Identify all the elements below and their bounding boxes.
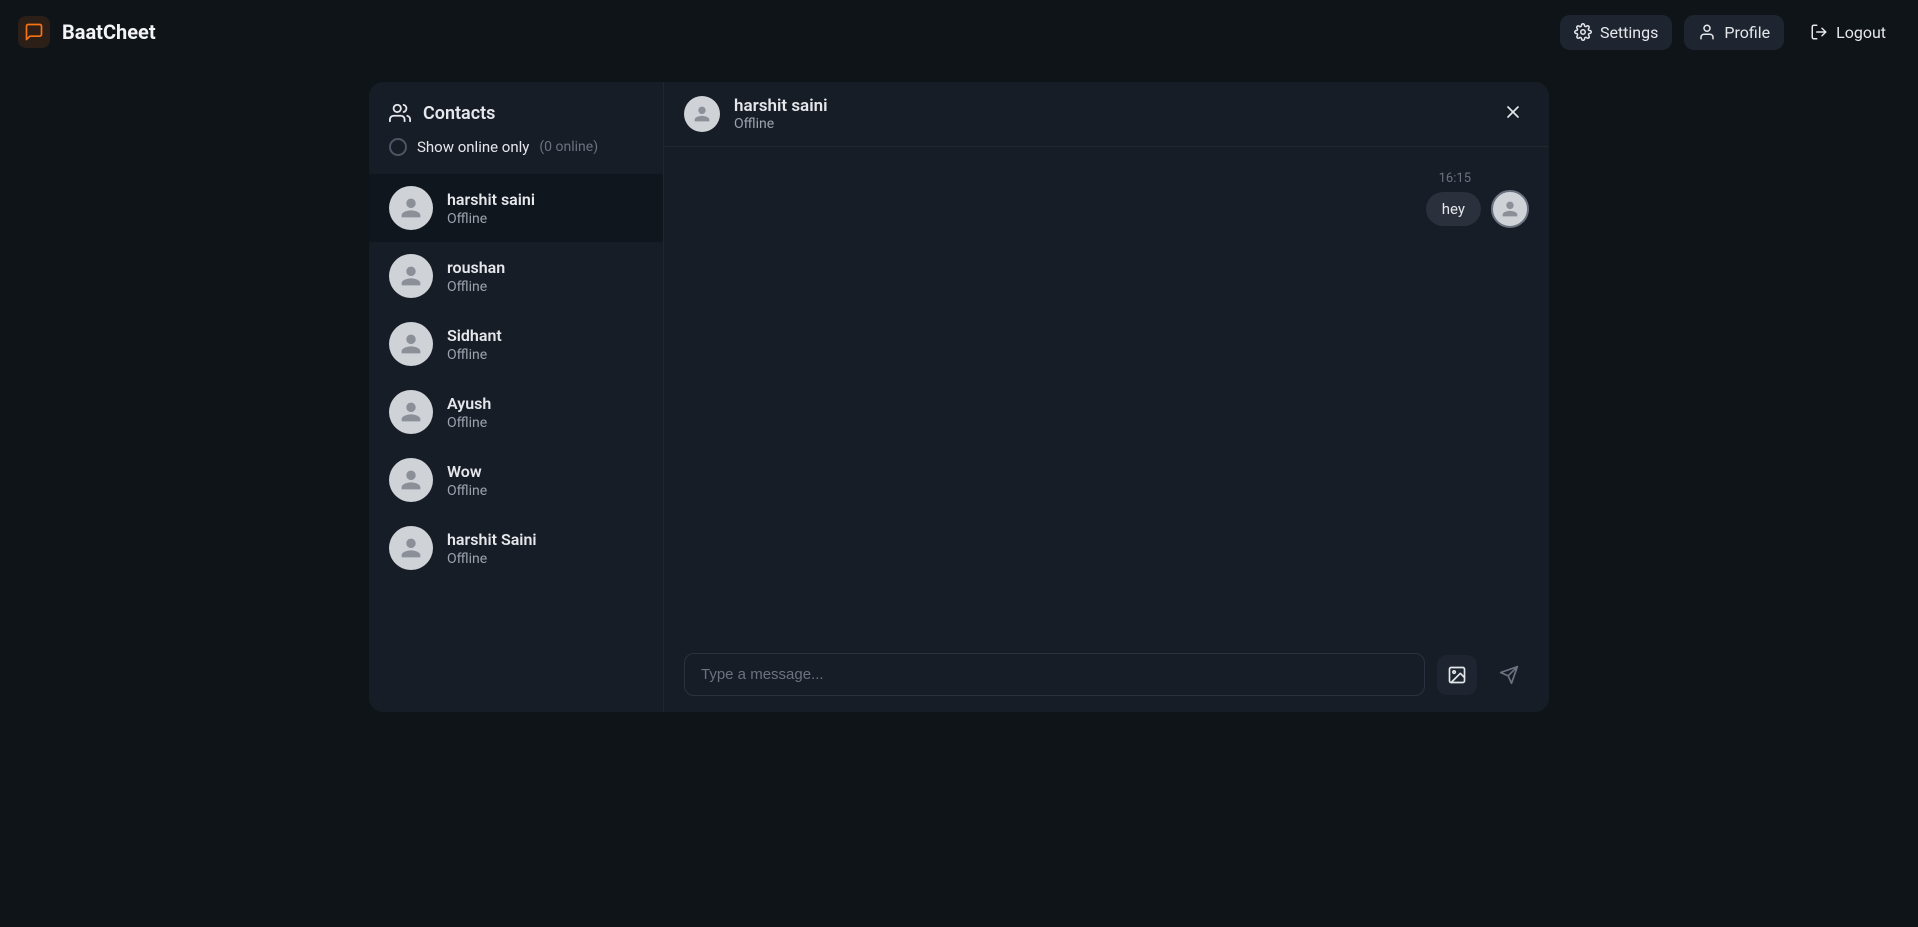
contact-avatar	[389, 390, 433, 434]
chat-icon	[24, 22, 44, 42]
app-shell: Contacts Show online only (0 online) har…	[369, 82, 1549, 712]
contact-avatar	[389, 186, 433, 230]
contact-name: harshit saini	[447, 190, 535, 209]
brand-logo	[18, 16, 50, 48]
person-icon	[397, 194, 425, 222]
chat-panel: harshit saini Offline 16:15 hey	[664, 82, 1549, 712]
profile-label: Profile	[1724, 23, 1770, 42]
chat-header: harshit saini Offline	[664, 82, 1549, 147]
topbar: BaatCheet Settings Profile Logout	[0, 0, 1918, 64]
contact-status: Offline	[447, 551, 537, 567]
chat-user-name: harshit saini	[734, 96, 828, 116]
composer	[664, 637, 1549, 712]
contact-status: Offline	[447, 211, 535, 227]
contact-status: Offline	[447, 279, 505, 295]
contact-name: Ayush	[447, 394, 491, 413]
profile-button[interactable]: Profile	[1684, 15, 1784, 50]
person-icon	[397, 262, 425, 290]
online-count: (0 online)	[539, 139, 598, 155]
settings-button[interactable]: Settings	[1560, 15, 1672, 50]
contacts-icon	[389, 102, 411, 124]
brand-name: BaatCheet	[62, 20, 156, 44]
message-bubble: hey	[1426, 192, 1481, 226]
contact-row[interactable]: Wow Offline	[369, 446, 663, 514]
message-time: 16:15	[1439, 171, 1471, 186]
person-icon	[397, 330, 425, 358]
person-icon	[397, 466, 425, 494]
contact-status: Offline	[447, 415, 491, 431]
online-filter[interactable]: Show online only (0 online)	[389, 138, 643, 156]
logout-icon	[1810, 23, 1828, 41]
contact-avatar	[389, 322, 433, 366]
send-button[interactable]	[1489, 655, 1529, 695]
person-icon	[691, 103, 713, 125]
contact-row[interactable]: Sidhant Offline	[369, 310, 663, 378]
logout-button[interactable]: Logout	[1796, 15, 1900, 50]
message-input[interactable]	[684, 653, 1425, 696]
filter-label: Show online only	[417, 138, 529, 156]
message-group: 16:15 hey	[684, 171, 1529, 228]
sidebar: Contacts Show online only (0 online) har…	[369, 82, 664, 712]
contact-row[interactable]: harshit Saini Offline	[369, 514, 663, 582]
contact-name: roushan	[447, 258, 505, 277]
contact-list: harshit saini Offline roushan Offline Si…	[369, 174, 663, 712]
contact-avatar	[389, 254, 433, 298]
settings-label: Settings	[1600, 23, 1658, 42]
contact-name: Sidhant	[447, 326, 502, 345]
chat-user-avatar	[684, 96, 720, 132]
sidebar-header: Contacts Show online only (0 online)	[369, 82, 663, 170]
contact-name: Wow	[447, 462, 487, 481]
attach-image-button[interactable]	[1437, 655, 1477, 695]
user-icon	[1698, 23, 1716, 41]
close-chat-button[interactable]	[1497, 96, 1529, 132]
message-list: 16:15 hey	[664, 147, 1549, 637]
contact-row[interactable]: Ayush Offline	[369, 378, 663, 446]
image-icon	[1447, 665, 1467, 685]
chat-user-status: Offline	[734, 116, 828, 132]
contact-status: Offline	[447, 347, 502, 363]
send-icon	[1499, 665, 1519, 685]
message-avatar	[1491, 190, 1529, 228]
contact-avatar	[389, 526, 433, 570]
person-icon	[1499, 198, 1521, 220]
sidebar-title: Contacts	[423, 103, 495, 124]
person-icon	[397, 398, 425, 426]
contact-row[interactable]: roushan Offline	[369, 242, 663, 310]
gear-icon	[1574, 23, 1592, 41]
close-icon	[1503, 102, 1523, 122]
top-actions: Settings Profile Logout	[1560, 15, 1900, 50]
contact-name: harshit Saini	[447, 530, 537, 549]
toggle-circle-icon	[389, 138, 407, 156]
contact-row[interactable]: harshit saini Offline	[369, 174, 663, 242]
contact-avatar	[389, 458, 433, 502]
logout-label: Logout	[1836, 23, 1886, 42]
contact-status: Offline	[447, 483, 487, 499]
person-icon	[397, 534, 425, 562]
brand: BaatCheet	[18, 16, 156, 48]
